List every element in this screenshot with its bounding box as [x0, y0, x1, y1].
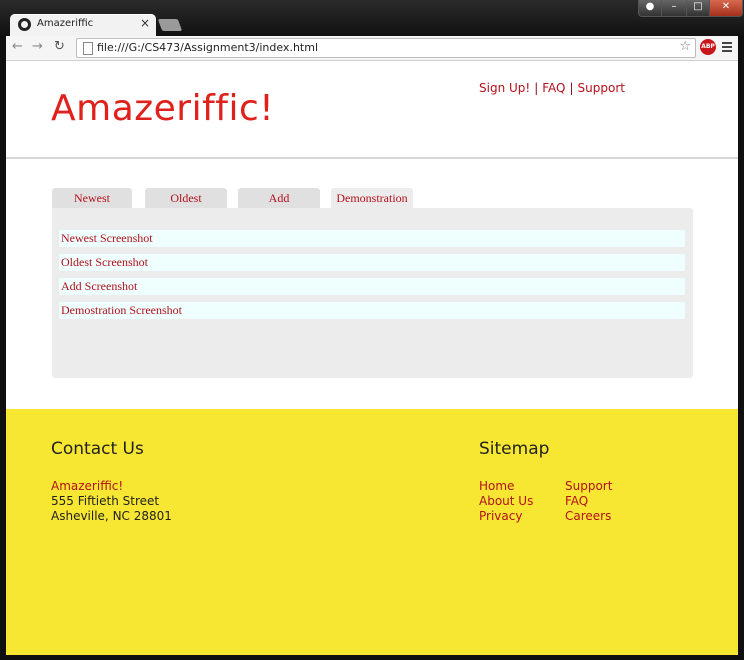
- faq-link[interactable]: FAQ: [542, 81, 565, 95]
- site-header: Amazeriffic! Sign Up! | FAQ | Support: [6, 61, 738, 157]
- bookmark-star-icon[interactable]: ☆: [679, 39, 691, 54]
- tab-oldest[interactable]: Oldest: [145, 188, 227, 208]
- list-item[interactable]: Demostration Screenshot: [59, 302, 685, 319]
- tab-bar: Newest Oldest Add Demonstration: [52, 188, 694, 208]
- address-bar[interactable]: file:///G:/CS473/Assignment3/index.html …: [76, 38, 696, 58]
- minimize-button[interactable]: –: [661, 0, 687, 17]
- page-icon: [83, 42, 93, 55]
- sitemap-column-2: Support FAQ Careers: [565, 479, 612, 524]
- sitemap-careers-link[interactable]: Careers: [565, 509, 612, 524]
- browser-tab[interactable]: Amazeriffic ×: [10, 14, 156, 36]
- sitemap-support-link[interactable]: Support: [565, 479, 612, 494]
- link-separator: |: [534, 81, 539, 95]
- tab-close-icon[interactable]: ×: [140, 16, 150, 30]
- tab-newest[interactable]: Newest: [52, 188, 132, 208]
- adblock-icon[interactable]: ABP: [700, 39, 716, 55]
- link-separator: |: [569, 81, 574, 95]
- sitemap-about-link[interactable]: About Us: [479, 494, 533, 509]
- address-city: Asheville, NC 28801: [51, 509, 172, 523]
- reload-icon[interactable]: ↻: [54, 39, 65, 54]
- address-street: 555 Fiftieth Street: [51, 494, 160, 508]
- user-icon[interactable]: ●: [638, 0, 662, 17]
- tab-title: Amazeriffic: [37, 18, 94, 29]
- list-item[interactable]: Add Screenshot: [59, 278, 685, 295]
- list-item[interactable]: Newest Screenshot: [59, 230, 685, 247]
- header-divider: [6, 157, 738, 159]
- close-window-button[interactable]: ✕: [709, 0, 743, 17]
- maximize-button[interactable]: □: [686, 0, 710, 17]
- sitemap-title: Sitemap: [479, 439, 550, 459]
- sitemap-faq-link[interactable]: FAQ: [565, 494, 612, 509]
- address-name[interactable]: Amazeriffic!: [51, 479, 172, 494]
- browser-window: Amazeriffic × ● – □ ✕ ← → ↻ file:///G:/C…: [0, 0, 744, 660]
- new-tab-button[interactable]: [157, 19, 183, 31]
- page-viewport: Amazeriffic! Sign Up! | FAQ | Support Newest…: [6, 61, 738, 655]
- site-logo: Amazeriffic!: [51, 88, 275, 129]
- sitemap-column-1: Home About Us Privacy: [479, 479, 533, 524]
- url-text[interactable]: file:///G:/CS473/Assignment3/index.html: [97, 41, 318, 54]
- support-link[interactable]: Support: [578, 81, 625, 95]
- title-bar: Amazeriffic × ● – □ ✕: [0, 0, 744, 36]
- signup-link[interactable]: Sign Up!: [479, 81, 530, 95]
- tab-demonstration[interactable]: Demonstration: [331, 188, 413, 208]
- forward-icon[interactable]: →: [32, 39, 43, 54]
- back-icon[interactable]: ←: [12, 39, 23, 54]
- top-links: Sign Up! | FAQ | Support: [479, 81, 625, 95]
- list-item[interactable]: Oldest Screenshot: [59, 254, 685, 271]
- sitemap-privacy-link[interactable]: Privacy: [479, 509, 533, 524]
- menu-icon[interactable]: [722, 42, 732, 52]
- sitemap-home-link[interactable]: Home: [479, 479, 533, 494]
- github-icon: [18, 18, 31, 31]
- contact-title: Contact Us: [51, 439, 144, 459]
- contact-address: Amazeriffic! 555 Fiftieth Street Ashevil…: [51, 479, 172, 524]
- site-footer: Contact Us Amazeriffic! 555 Fiftieth Str…: [6, 409, 738, 655]
- tab-add[interactable]: Add: [238, 188, 320, 208]
- browser-toolbar: ← → ↻ file:///G:/CS473/Assignment3/index…: [6, 36, 738, 61]
- tab-content-panel: Newest Screenshot Oldest Screenshot Add …: [52, 208, 693, 378]
